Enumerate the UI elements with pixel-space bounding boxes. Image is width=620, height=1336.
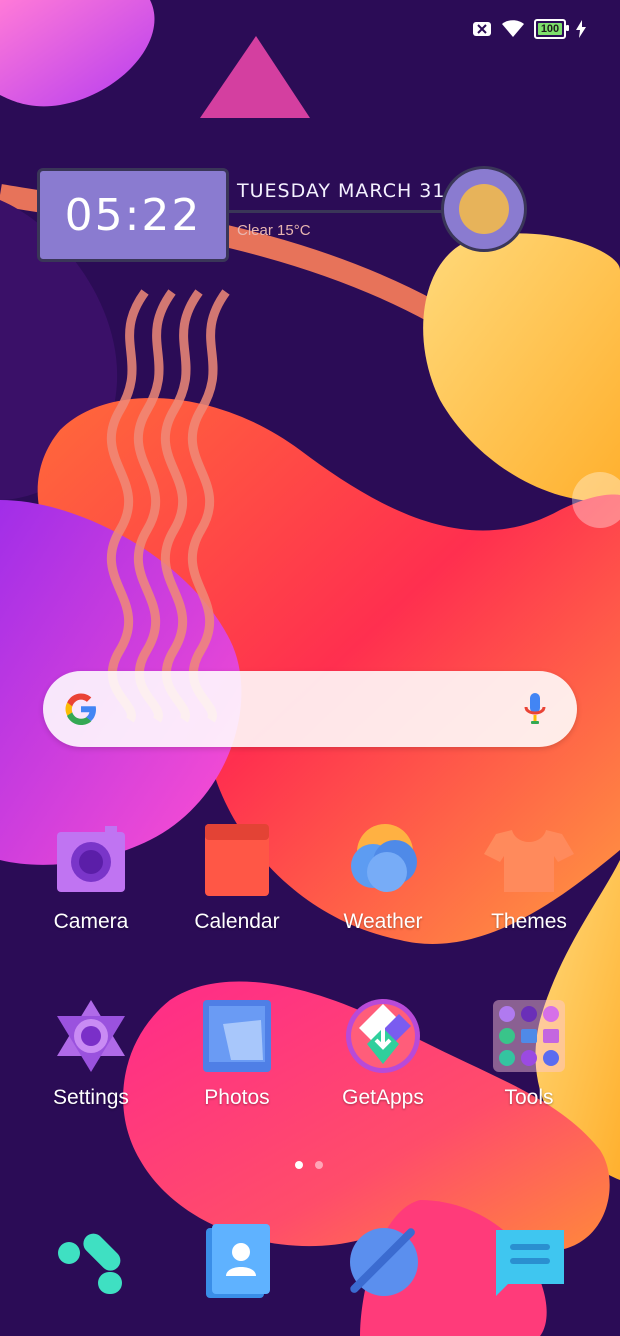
photos-icon (199, 998, 275, 1074)
app-label: Weather (343, 910, 423, 933)
dock-phone[interactable] (52, 1222, 132, 1302)
clock-weather[interactable]: Clear 15°C (237, 222, 311, 239)
camera-icon (53, 822, 129, 898)
page-dot[interactable] (315, 1161, 323, 1169)
dock-messages[interactable] (490, 1222, 570, 1302)
page-dot-current[interactable] (295, 1161, 303, 1169)
microphone-icon[interactable] (523, 691, 547, 727)
page-indicator (295, 1161, 323, 1169)
tshirt-icon (484, 822, 574, 898)
contacts-icon (206, 1224, 270, 1298)
tools-folder-icon (491, 998, 567, 1074)
google-search-bar[interactable] (43, 671, 577, 747)
app-settings[interactable]: Settings (18, 998, 164, 1110)
app-photos[interactable]: Photos (164, 998, 310, 1110)
app-label: Camera (53, 910, 129, 933)
app-weather[interactable]: Weather (310, 822, 456, 934)
browser-icon (350, 1228, 418, 1296)
app-getapps[interactable]: GetApps (310, 998, 456, 1110)
app-calendar[interactable]: Calendar (164, 822, 310, 934)
messages-icon (496, 1230, 564, 1296)
getapps-icon (345, 998, 421, 1074)
charging-bolt-icon (576, 20, 586, 38)
app-label: Photos (204, 1086, 270, 1109)
battery-icon: 100 (534, 19, 569, 39)
dock-contacts[interactable] (200, 1222, 280, 1302)
app-label: Themes (491, 910, 567, 933)
app-label: Tools (504, 1086, 554, 1109)
clock-date[interactable]: TUESDAY MARCH 31 (237, 180, 445, 202)
settings-icon (53, 998, 129, 1074)
app-label: GetApps (342, 1086, 424, 1109)
app-themes[interactable]: Themes (456, 822, 602, 934)
dock-browser[interactable] (344, 1222, 424, 1302)
wifi-icon (502, 20, 524, 38)
weather-cloud-icon (345, 822, 421, 898)
app-camera[interactable]: Camera (18, 822, 164, 934)
app-label: Settings (53, 1086, 129, 1109)
status-bar: 100 (472, 16, 586, 42)
calendar-icon (199, 822, 275, 898)
phone-icon (58, 1233, 122, 1294)
app-label: Calendar (194, 910, 280, 933)
clock-time[interactable]: 05:22 (37, 168, 229, 262)
clock-widget-connector (226, 210, 444, 213)
weather-sun-icon[interactable] (441, 166, 527, 252)
app-tools-folder[interactable]: Tools (456, 998, 602, 1110)
sim-x-icon (472, 21, 492, 37)
google-g-icon (65, 693, 96, 725)
battery-level: 100 (540, 23, 560, 35)
